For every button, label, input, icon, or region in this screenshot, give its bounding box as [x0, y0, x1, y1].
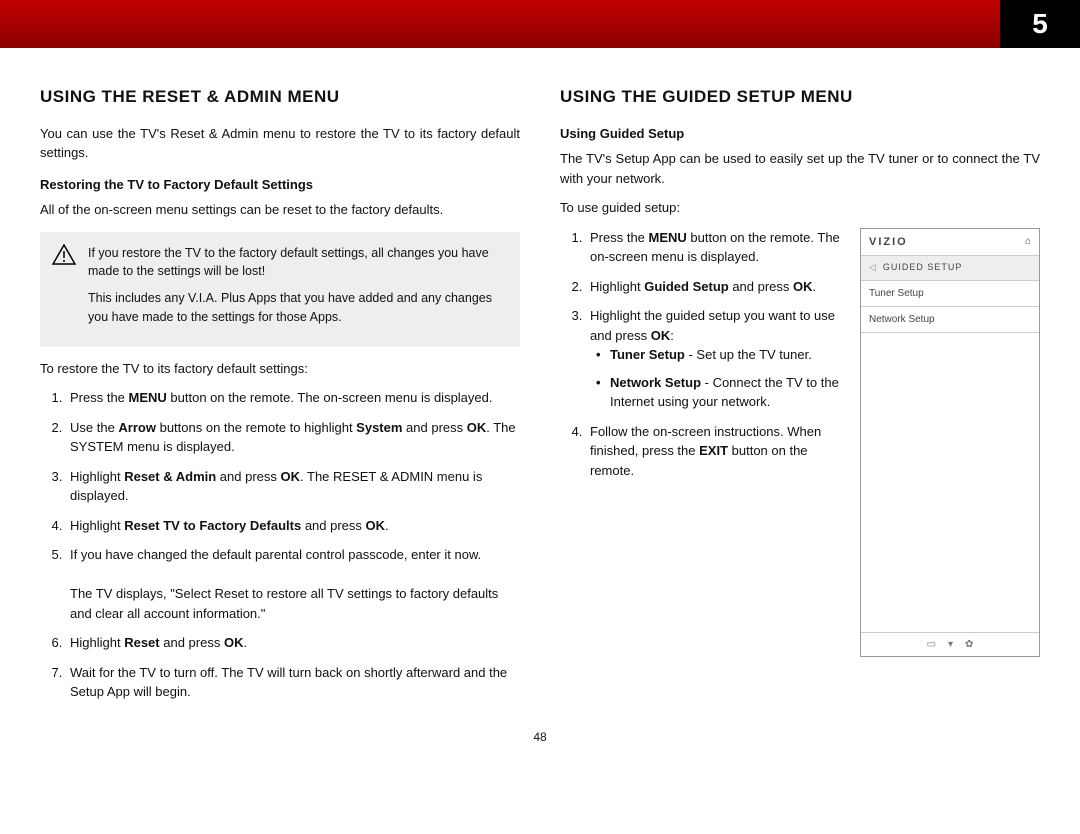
right-heading: USING THE GUIDED SETUP MENU [560, 84, 1040, 110]
left-heading: USING THE RESET & ADMIN MENU [40, 84, 520, 110]
step-item: Follow the on-screen instructions. When … [586, 422, 842, 481]
panel-title: GUIDED SETUP [883, 261, 963, 275]
subheading: Using Guided Setup [560, 124, 1040, 144]
step-item: Highlight Reset TV to Factory Defaults a… [66, 516, 520, 536]
step-item: Highlight Reset and press OK. [66, 633, 520, 653]
step-item: Highlight Guided Setup and press OK. [586, 277, 842, 297]
right-steps: Press the MENU button on the remote. The… [586, 228, 842, 491]
body-text: All of the on-screen menu settings can b… [40, 200, 520, 220]
gear-icon: ✿ [965, 637, 973, 652]
panel-item: Tuner Setup [861, 281, 1039, 307]
step-item: Press the MENU button on the remote. The… [586, 228, 842, 267]
step-item: Highlight the guided setup you want to u… [586, 306, 842, 412]
back-arrow-icon: ◁ [869, 261, 877, 275]
warning-box: If you restore the TV to the factory def… [40, 232, 520, 347]
intro-text: You can use the TV's Reset & Admin menu … [40, 124, 520, 163]
warn-line2: This includes any V.I.A. Plus Apps that … [88, 289, 506, 327]
step-item: Highlight Reset & Admin and press OK. Th… [66, 467, 520, 506]
osd-panel: VIZIO ⌂ ◁ GUIDED SETUP Tuner Setup Network… [860, 228, 1040, 657]
step-item: Use the Arrow buttons on the remote to h… [66, 418, 520, 457]
step-item: If you have changed the default parental… [66, 545, 520, 623]
down-icon: ▾ [948, 637, 953, 652]
page-number: 48 [0, 730, 1080, 744]
home-icon: ⌂ [1025, 234, 1031, 249]
panel-item: Network Setup [861, 307, 1039, 333]
lead-in: To use guided setup: [560, 198, 1040, 218]
right-column: USING THE GUIDED SETUP MENU Using Guided… [560, 84, 1040, 712]
wide-icon: ▭ [927, 637, 936, 652]
lead-in: To restore the TV to its factory default… [40, 359, 520, 379]
subheading: Restoring the TV to Factory Default Sett… [40, 175, 520, 195]
step-item: Press the MENU button on the remote. The… [66, 388, 520, 408]
brand-text: VIZIO [869, 234, 1019, 251]
step-item: Wait for the TV to turn off. The TV will… [66, 663, 520, 702]
warning-icon [52, 244, 76, 265]
warn-line1: If you restore the TV to the factory def… [88, 244, 506, 282]
left-column: USING THE RESET & ADMIN MENU You can use… [40, 84, 520, 712]
bullet-item: Tuner Setup - Set up the TV tuner. [596, 345, 842, 365]
chapter-number: 5 [1000, 0, 1080, 48]
left-steps: Press the MENU button on the remote. The… [66, 388, 520, 702]
bullet-item: Network Setup - Connect the TV to the In… [596, 373, 842, 412]
body-text: The TV's Setup App can be used to easily… [560, 149, 1040, 188]
header-bar: 5 [0, 0, 1080, 48]
